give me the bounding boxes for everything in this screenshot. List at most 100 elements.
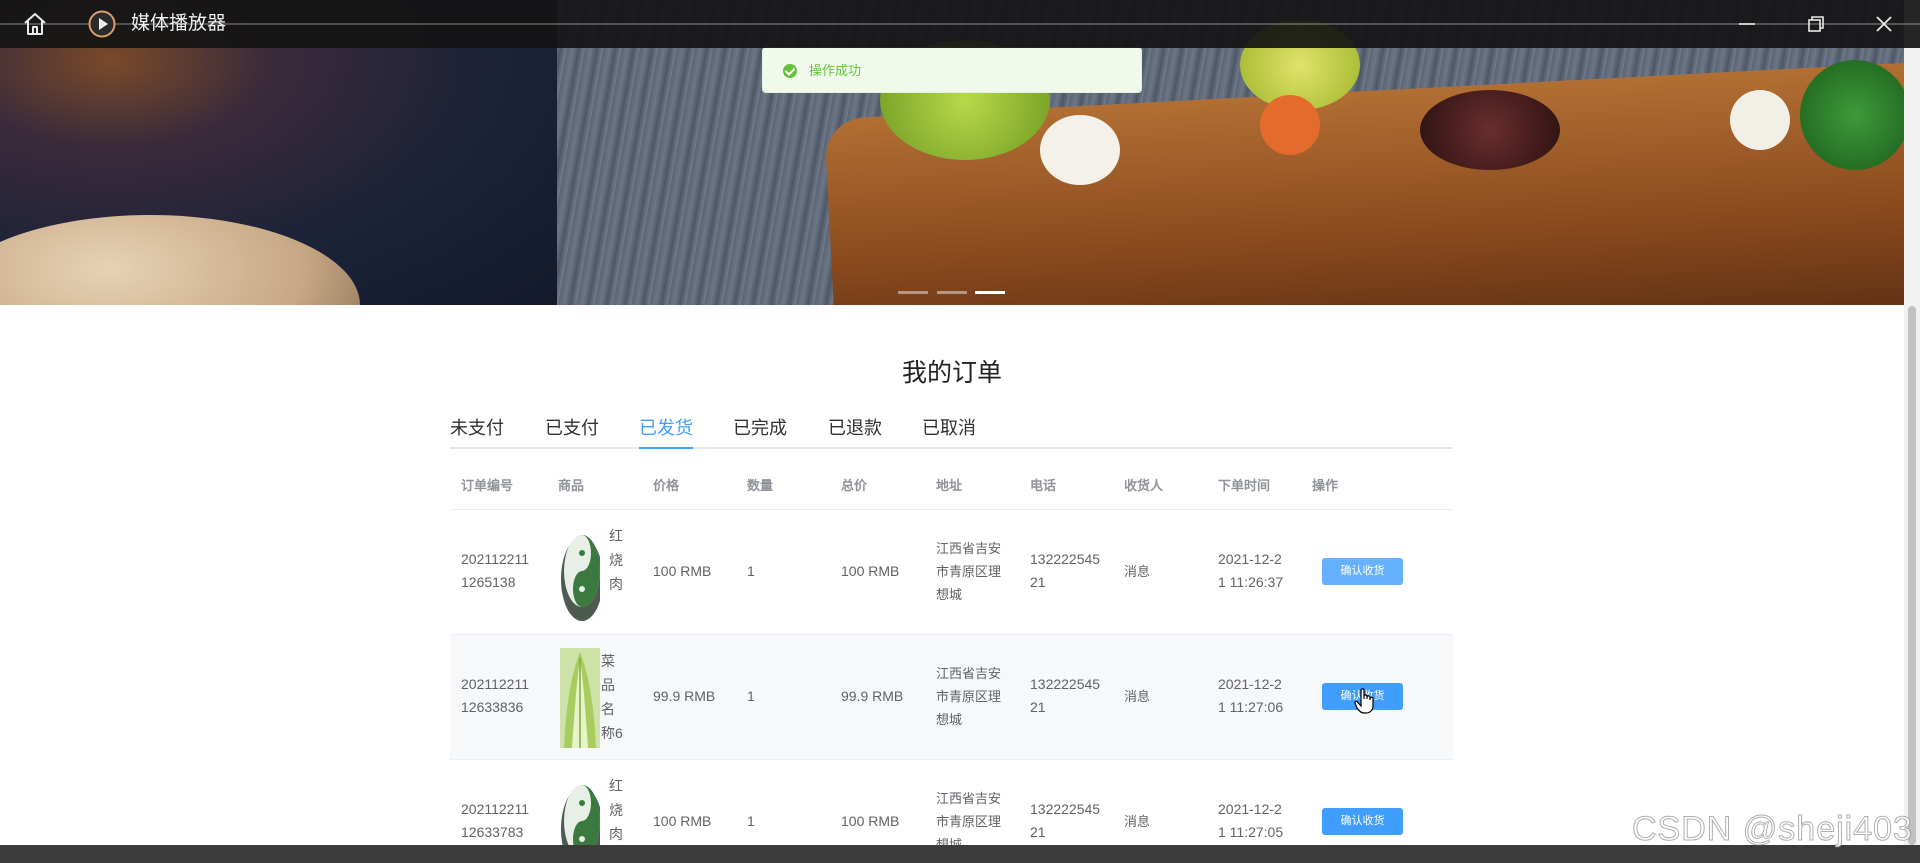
tab-refunded[interactable]: 已退款 <box>828 414 882 442</box>
carousel-dot-2[interactable] <box>937 291 967 294</box>
app-window: 媒体播放器 操作成功 我的订单 未支付 已支付 已发货 已完成 已退款 已取消 … <box>0 0 1920 863</box>
order-time-line: 2021-12-2 <box>1218 676 1282 692</box>
tab-completed[interactable]: 已完成 <box>733 414 787 442</box>
orders-table: 订单编号 商品 价格 数量 总价 地址 电话 收货人 下单时间 操作 20211… <box>450 462 1453 863</box>
order-no-line: 1265138 <box>461 574 516 590</box>
header-order-time: 下单时间 <box>1218 478 1271 493</box>
phone: 132222545 21 <box>1030 673 1100 719</box>
product-name-char: 肉 <box>609 576 623 592</box>
address-line: 市青原区理 <box>936 689 1002 704</box>
quantity: 1 <box>747 688 755 704</box>
address: 江西省吉安 市青原区理 想城 <box>936 662 1001 731</box>
product-name-char: 红 <box>609 528 623 544</box>
tab-cancelled[interactable]: 已取消 <box>922 414 976 442</box>
product-name-char: 名 <box>601 701 615 717</box>
product-name-char: 烧 <box>609 802 623 818</box>
order-no-line: 202112211 <box>461 801 529 817</box>
veg-herb <box>1800 60 1904 170</box>
order-time-line: 1 11:27:06 <box>1218 699 1284 715</box>
product-name-char: 菜 <box>601 653 615 669</box>
order-time: 2021-12-2 1 11:26:37 <box>1218 548 1283 594</box>
product-name: 红 烧 肉 <box>609 524 627 596</box>
phone-line: 132222545 <box>1030 801 1101 817</box>
media-player-titlebar: 媒体播放器 <box>0 0 1920 48</box>
address: 江西省吉安 市青原区理 想城 <box>936 537 1001 606</box>
address-line: 想城 <box>936 587 963 602</box>
phone: 132222545 21 <box>1030 798 1100 844</box>
close-icon[interactable] <box>1872 12 1896 36</box>
order-no: 202112211 12633783 <box>461 798 529 844</box>
total-price: 99.9 RMB <box>841 688 904 704</box>
app-title: 媒体播放器 <box>131 13 227 34</box>
product-name-char: 品 <box>601 677 615 693</box>
scrollbar-thumb[interactable] <box>1908 306 1916 845</box>
table-row: 202112211 12633836 菜 品 名 称6 99.9 RMB 1 9… <box>450 635 1453 760</box>
page-scrollbar[interactable] <box>1904 48 1920 845</box>
quantity: 1 <box>747 563 755 579</box>
order-no-line: 202112211 <box>461 676 529 692</box>
confirm-receipt-button[interactable]: 确认收货 <box>1322 808 1403 835</box>
order-time: 2021-12-2 1 11:27:05 <box>1218 798 1283 844</box>
order-status-tabs: 未支付 已支付 已发货 已完成 已退款 已取消 <box>450 414 1453 449</box>
page-title: 我的订单 <box>901 359 1002 387</box>
carousel-dot-1[interactable] <box>898 291 928 294</box>
play-icon <box>88 10 116 38</box>
product-name-char: 肉 <box>609 826 623 842</box>
order-no-line: 202112211 <box>461 551 529 567</box>
quantity: 1 <box>747 813 755 829</box>
address-line: 江西省吉安 <box>936 541 1002 556</box>
minimize-icon[interactable] <box>1735 12 1759 36</box>
receiver: 消息 <box>1124 564 1151 579</box>
success-toast: 操作成功 <box>762 47 1142 93</box>
veg-olive <box>1420 90 1560 170</box>
watermark: CSDN @sheji403 <box>1632 810 1913 849</box>
table-row: 202112211 1265138 红 烧 肉 100 RMB 1 100 RM… <box>450 510 1453 635</box>
product-name: 红 烧 肉 <box>609 774 627 846</box>
phone: 132222545 21 <box>1030 548 1100 594</box>
product-name-char: 称6 <box>601 725 623 741</box>
total-price: 100 RMB <box>841 563 900 579</box>
order-time-line: 1 11:27:05 <box>1218 824 1284 840</box>
order-time-line: 1 11:26:37 <box>1218 574 1284 590</box>
header-qty: 数量 <box>747 478 774 493</box>
tab-shipped[interactable]: 已发货 <box>639 414 693 449</box>
carousel-dot-3-active[interactable] <box>975 291 1005 294</box>
total-price: 100 RMB <box>841 813 900 829</box>
veg-cheese-2 <box>1730 90 1790 150</box>
home-icon[interactable] <box>22 12 48 36</box>
address-line: 想城 <box>936 712 963 727</box>
tab-unpaid[interactable]: 未支付 <box>450 414 504 442</box>
order-time-line: 2021-12-2 <box>1218 551 1282 567</box>
veg-cheese <box>1040 115 1120 185</box>
cabbage-image <box>560 648 600 748</box>
receiver: 消息 <box>1124 689 1151 704</box>
order-time-line: 2021-12-2 <box>1218 801 1282 817</box>
check-circle-icon <box>783 64 797 78</box>
receiver: 消息 <box>1124 814 1151 829</box>
price: 100 RMB <box>653 563 712 579</box>
order-no-line: 12633836 <box>461 699 524 715</box>
header-phone: 电话 <box>1030 478 1057 493</box>
header-address: 地址 <box>936 478 963 493</box>
price: 99.9 RMB <box>653 688 716 704</box>
toast-message: 操作成功 <box>809 63 862 78</box>
address-line: 江西省吉安 <box>936 666 1002 681</box>
product-name-char: 烧 <box>609 552 623 568</box>
address-line: 市青原区理 <box>936 814 1002 829</box>
order-no: 202112211 12633836 <box>461 673 529 719</box>
restore-icon[interactable] <box>1804 12 1828 36</box>
header-total: 总价 <box>841 478 868 493</box>
header-product: 商品 <box>558 478 585 493</box>
phone-line: 21 <box>1030 574 1046 590</box>
phone-line: 21 <box>1030 699 1046 715</box>
header-action: 操作 <box>1312 478 1339 493</box>
confirm-receipt-button[interactable]: 确认收货 <box>1322 558 1403 585</box>
product-name-char: 红 <box>609 778 623 794</box>
phone-line: 21 <box>1030 824 1046 840</box>
order-no: 202112211 1265138 <box>461 548 529 594</box>
address-line: 市青原区理 <box>936 564 1002 579</box>
coffee-cup-image <box>0 215 360 305</box>
playback-progress-line[interactable] <box>0 23 1920 25</box>
yin-yang-dish-image <box>561 535 600 621</box>
tab-paid[interactable]: 已支付 <box>545 414 599 442</box>
